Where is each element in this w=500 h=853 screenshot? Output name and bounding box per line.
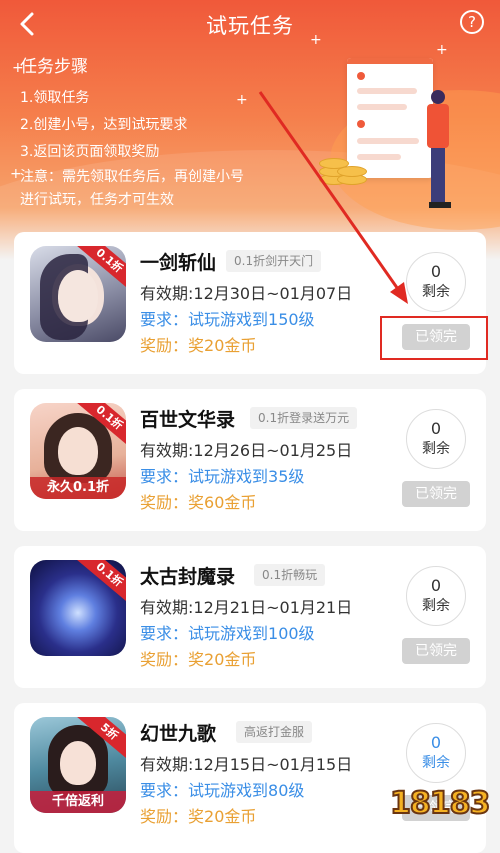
remaining-number: 0 — [430, 733, 442, 752]
requirement-label: 要求： — [140, 467, 189, 486]
reward-label: 奖励： — [140, 493, 189, 512]
game-tag: 高返打金服 — [236, 721, 313, 743]
remaining-number: 0 — [430, 262, 442, 281]
requirement-value: 试玩游戏到35级 — [188, 467, 305, 486]
requirement-label: 要求： — [140, 310, 189, 329]
claimed-button[interactable]: 已领完 — [402, 481, 470, 507]
coins-icon — [315, 148, 367, 188]
game-icon-huanshi[interactable]: 5折 千倍返利 — [30, 717, 126, 813]
reward-text: 奖励：奖20金币 — [140, 332, 256, 356]
page-title: 试玩任务 — [206, 14, 294, 38]
game-icon-baishi[interactable]: 0.1折 永久0.1折 — [30, 403, 126, 499]
validity-text: 有效期:12月26日~01月25日 — [140, 441, 353, 460]
reward-label: 奖励： — [140, 650, 189, 669]
reward-text: 奖励：奖20金币 — [140, 646, 256, 670]
remaining-count: 0 剩余 — [406, 566, 466, 626]
claimed-button[interactable]: 已领完 — [402, 638, 470, 664]
game-name: 太古封魔录 — [140, 566, 236, 588]
game-icon-taigu[interactable]: 0.1折 — [30, 560, 126, 656]
game-name: 一剑斩仙 — [140, 252, 217, 274]
game-name: 百世文华录 — [140, 409, 236, 431]
reward-text: 奖励：奖60金币 — [140, 489, 256, 513]
requirement-label: 要求： — [140, 624, 189, 643]
remaining-label: 剩余 — [422, 755, 450, 771]
reward-value: 奖60金币 — [188, 493, 257, 512]
requirement-label: 要求： — [140, 781, 189, 800]
reward-value: 奖20金币 — [188, 650, 257, 669]
requirement-value: 试玩游戏到150级 — [188, 310, 315, 329]
person-illustration — [423, 90, 453, 220]
header-banner: 试玩任务 ? + + + + + 任务步骤 1.领取任务 2.创建小号，达到试玩… — [0, 0, 500, 260]
game-tag: 0.1折剑开天门 — [226, 250, 322, 272]
validity-text: 有效期:12月30日~01月07日 — [140, 284, 353, 303]
game-tag: 0.1折畅玩 — [254, 564, 326, 586]
watermark-text: 18183 — [389, 785, 491, 822]
remaining-number: 0 — [430, 576, 442, 595]
game-icon-caption: 永久0.1折 — [30, 477, 126, 499]
task-card[interactable]: 0.1折 太古封魔录 0.1折畅玩 有效期:12月21日~01月21日 要求：试… — [14, 546, 486, 688]
sparkle-icon: + — [310, 32, 322, 48]
reward-label: 奖励： — [140, 336, 189, 355]
remaining-label: 剩余 — [422, 441, 450, 457]
reward-value: 奖20金币 — [188, 336, 257, 355]
steps-note: 注意：需先领取任务后，再创建小号 — [20, 169, 244, 185]
remaining-label: 剩余 — [422, 284, 450, 300]
steps-title: 任务步骤 — [20, 57, 88, 77]
reward-label: 奖励： — [140, 807, 189, 826]
reward-text: 奖励：奖20金币 — [140, 803, 256, 827]
annotation-highlight-box — [380, 316, 488, 360]
remaining-count: 0 剩余 — [406, 409, 466, 469]
game-icon-caption: 千倍返利 — [30, 791, 126, 813]
validity-text: 有效期:12月15日~01月15日 — [140, 755, 353, 774]
step-item: 3.返回该页面领取奖励 — [20, 144, 160, 160]
reward-value: 奖20金币 — [188, 807, 257, 826]
requirement-text: 要求：试玩游戏到80级 — [140, 777, 304, 801]
game-name: 幻世九歌 — [140, 723, 217, 745]
requirement-text: 要求：试玩游戏到35级 — [140, 463, 304, 487]
validity-text: 有效期:12月21日~01月21日 — [140, 598, 353, 617]
requirement-value: 试玩游戏到100级 — [188, 624, 315, 643]
remaining-number: 0 — [430, 419, 442, 438]
task-steps: 任务步骤 1.领取任务 2.创建小号，达到试玩要求 3.返回该页面领取奖励 注意… — [20, 52, 320, 212]
remaining-count: 0 剩余 — [406, 252, 466, 312]
requirement-value: 试玩游戏到80级 — [188, 781, 305, 800]
remaining-label: 剩余 — [422, 598, 450, 614]
game-tag: 0.1折登录送万元 — [250, 407, 358, 429]
requirement-text: 要求：试玩游戏到100级 — [140, 620, 315, 644]
step-item: 1.领取任务 — [20, 90, 90, 106]
task-card[interactable]: 0.1折 永久0.1折 百世文华录 0.1折登录送万元 有效期:12月26日~0… — [14, 389, 486, 531]
step-item: 2.创建小号，达到试玩要求 — [20, 117, 188, 133]
discount-badge: 0.1折 — [76, 560, 126, 605]
game-icon-yijian[interactable]: 0.1折 — [30, 246, 126, 342]
question-circle-icon[interactable]: ? — [460, 10, 484, 34]
task-illustration — [315, 50, 495, 220]
site-watermark-logo: 18183 — [384, 772, 494, 836]
requirement-text: 要求：试玩游戏到150级 — [140, 306, 315, 330]
steps-note: 进行试玩，任务才可生效 — [20, 192, 174, 208]
